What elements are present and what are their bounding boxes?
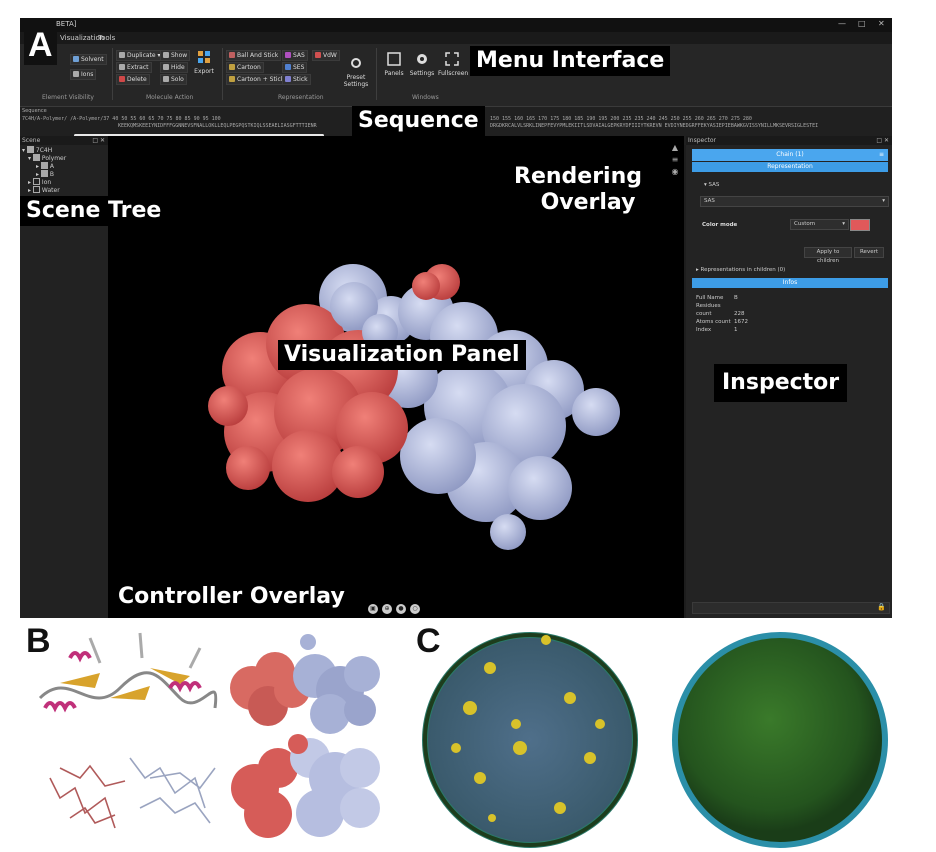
vesicle-exterior xyxy=(672,632,888,848)
color-swatch[interactable] xyxy=(850,219,870,231)
lock-icon: 🔒 xyxy=(877,603,886,611)
stick-render xyxy=(49,757,216,829)
controller-orbit-icon[interactable]: ● xyxy=(396,604,406,614)
tree-item-chain-b[interactable]: ▸ B xyxy=(36,170,106,178)
group-element-visibility: Element Visibility xyxy=(42,94,94,101)
inspector-chain-title: Chain (1) ≡ xyxy=(692,149,888,161)
vdw-button[interactable]: VdW xyxy=(312,50,340,61)
panel-letter-a: A xyxy=(24,26,57,65)
solo-button[interactable]: Solo xyxy=(160,74,187,85)
color-mode-label: Color mode xyxy=(702,222,738,228)
preset-settings-button[interactable]: Preset Settings xyxy=(340,56,372,88)
infos-header[interactable]: Infos xyxy=(692,278,888,288)
menu-bar: Visualization Tools xyxy=(20,32,892,44)
representation-gallery xyxy=(38,632,380,838)
info-row: Residues count 228 xyxy=(696,303,745,317)
window-title: BETA] xyxy=(56,20,77,28)
vesicle-renders xyxy=(422,632,888,848)
sequence-label: Sequence xyxy=(22,108,47,114)
preset-gear-icon xyxy=(351,58,361,68)
cartoon-render xyxy=(38,632,218,713)
snapshot-icon[interactable]: ◉ xyxy=(670,166,680,178)
export-button[interactable]: Export xyxy=(190,50,218,75)
minimize-icon[interactable]: — xyxy=(838,19,846,28)
solvent-button[interactable]: Solvent xyxy=(70,54,107,65)
rep-select[interactable]: SAS ▾ xyxy=(700,196,889,207)
apply-to-children-button[interactable]: Apply to children xyxy=(804,247,852,264)
inspector-footer[interactable]: 🔒 xyxy=(692,602,890,614)
controller-trackball-icon[interactable]: ▣ xyxy=(368,604,378,614)
callout-rendering-overlay: Rendering Overlay xyxy=(508,162,648,218)
duplicate-button[interactable]: Duplicate ▾ xyxy=(116,50,164,61)
ses-render xyxy=(231,734,380,838)
info-row: Full Name B xyxy=(696,295,738,301)
controller-freefly-icon[interactable]: ⊕ xyxy=(382,604,392,614)
callout-sequence: Sequence xyxy=(352,106,485,136)
tree-item-root[interactable]: ▾ 7C4H xyxy=(22,146,52,154)
callout-inspector: Inspector xyxy=(714,364,848,402)
representation-header[interactable]: Representation xyxy=(692,162,888,172)
camera-mode-icon[interactable]: ▲ xyxy=(670,142,680,154)
vesicle-cross-section xyxy=(422,632,638,848)
ions-button[interactable]: Ions xyxy=(70,69,97,80)
info-list: Full Name B Residues count 228 Atoms count… xyxy=(696,294,748,334)
rendering-overlay: ▲ ≡ ◉ xyxy=(670,142,680,178)
tree-item-ion[interactable]: ▸ Ion xyxy=(28,178,51,186)
group-molecule-action: Molecule Action xyxy=(146,94,194,101)
ribbon-toolbar: Solvent Ions Duplicate ▾ Extract Delete … xyxy=(20,44,892,107)
ses-button[interactable]: SES xyxy=(282,62,308,73)
title-bar: BETA] — □ ✕ xyxy=(20,18,892,32)
menu-tools[interactable]: Tools xyxy=(98,34,115,42)
reps-in-children[interactable]: ▸ Representations in children (0) xyxy=(696,267,785,273)
sequence-numbers-left: 7C4H/A-Polymer/ /A-Polymer/37 40 50 55 6… xyxy=(22,116,221,122)
settings-button[interactable]: Settings xyxy=(408,52,436,77)
sequence-residues-left[interactable]: KEEKQMSKEEIYNIDFFFGGNNEVSFNALLOKLLEQLPEG… xyxy=(118,123,317,129)
export-icon xyxy=(198,51,210,63)
panels-icon xyxy=(387,52,401,66)
group-windows: Windows xyxy=(412,94,439,101)
controller-picker-icon[interactable]: ○ xyxy=(410,604,420,614)
settings-gear-icon xyxy=(417,54,427,64)
sas-button[interactable]: SAS xyxy=(282,50,308,61)
inspector-header: Inspector □ ✕ xyxy=(686,136,892,145)
tree-item-chain-a[interactable]: ▸ A xyxy=(36,162,54,170)
fullscreen-icon xyxy=(445,52,459,66)
color-mode-select[interactable]: Custom ▾ xyxy=(790,219,849,230)
render-settings-icon[interactable]: ≡ xyxy=(670,154,680,166)
stick-button[interactable]: Stick xyxy=(282,74,311,85)
sequence-residues-right[interactable]: DRGDKRCALVLSRKLINEPFEVYPMLEKIITLSDVAIALG… xyxy=(490,123,818,129)
scene-header: Scene □ ✕ xyxy=(20,136,108,145)
info-row: Atoms count 1672 xyxy=(696,319,748,325)
fullscreen-button[interactable]: Fullscreen xyxy=(438,52,468,77)
callout-menu-interface: Menu Interface xyxy=(470,46,671,76)
callout-visualization-panel: Visualization Panel xyxy=(278,340,526,370)
tree-item-water[interactable]: ▸ Water xyxy=(28,186,60,194)
menu-icon: ≡ xyxy=(878,151,884,158)
rep-name: ▾ SAS xyxy=(704,182,720,188)
sas-render-1 xyxy=(230,634,380,734)
ball-and-stick-button[interactable]: Ball And Stick xyxy=(226,50,282,61)
show-button[interactable]: Show xyxy=(160,50,191,61)
cartoon-button[interactable]: Cartoon xyxy=(226,62,264,73)
hide-button[interactable]: Hide xyxy=(160,62,188,73)
group-representation: Representation xyxy=(278,94,324,101)
delete-button[interactable]: Delete xyxy=(116,74,150,85)
revert-button[interactable]: Revert xyxy=(854,247,884,258)
extract-button[interactable]: Extract xyxy=(116,62,152,73)
sequence-numbers-right: 150 155 160 165 170 175 180 185 190 195 … xyxy=(490,116,752,122)
panels-button[interactable]: Panels xyxy=(380,52,408,77)
close-icon[interactable]: ✕ xyxy=(878,19,885,28)
cartoon-stick-button[interactable]: Cartoon + Stick xyxy=(226,74,288,85)
maximize-icon[interactable]: □ xyxy=(858,19,866,28)
callout-scene-tree: Scene Tree xyxy=(20,196,168,226)
info-row: Index 1 xyxy=(696,327,738,333)
tree-item-polymer[interactable]: ▾ Polymer xyxy=(28,154,66,162)
callout-controller-overlay: Controller Overlay xyxy=(112,582,351,612)
